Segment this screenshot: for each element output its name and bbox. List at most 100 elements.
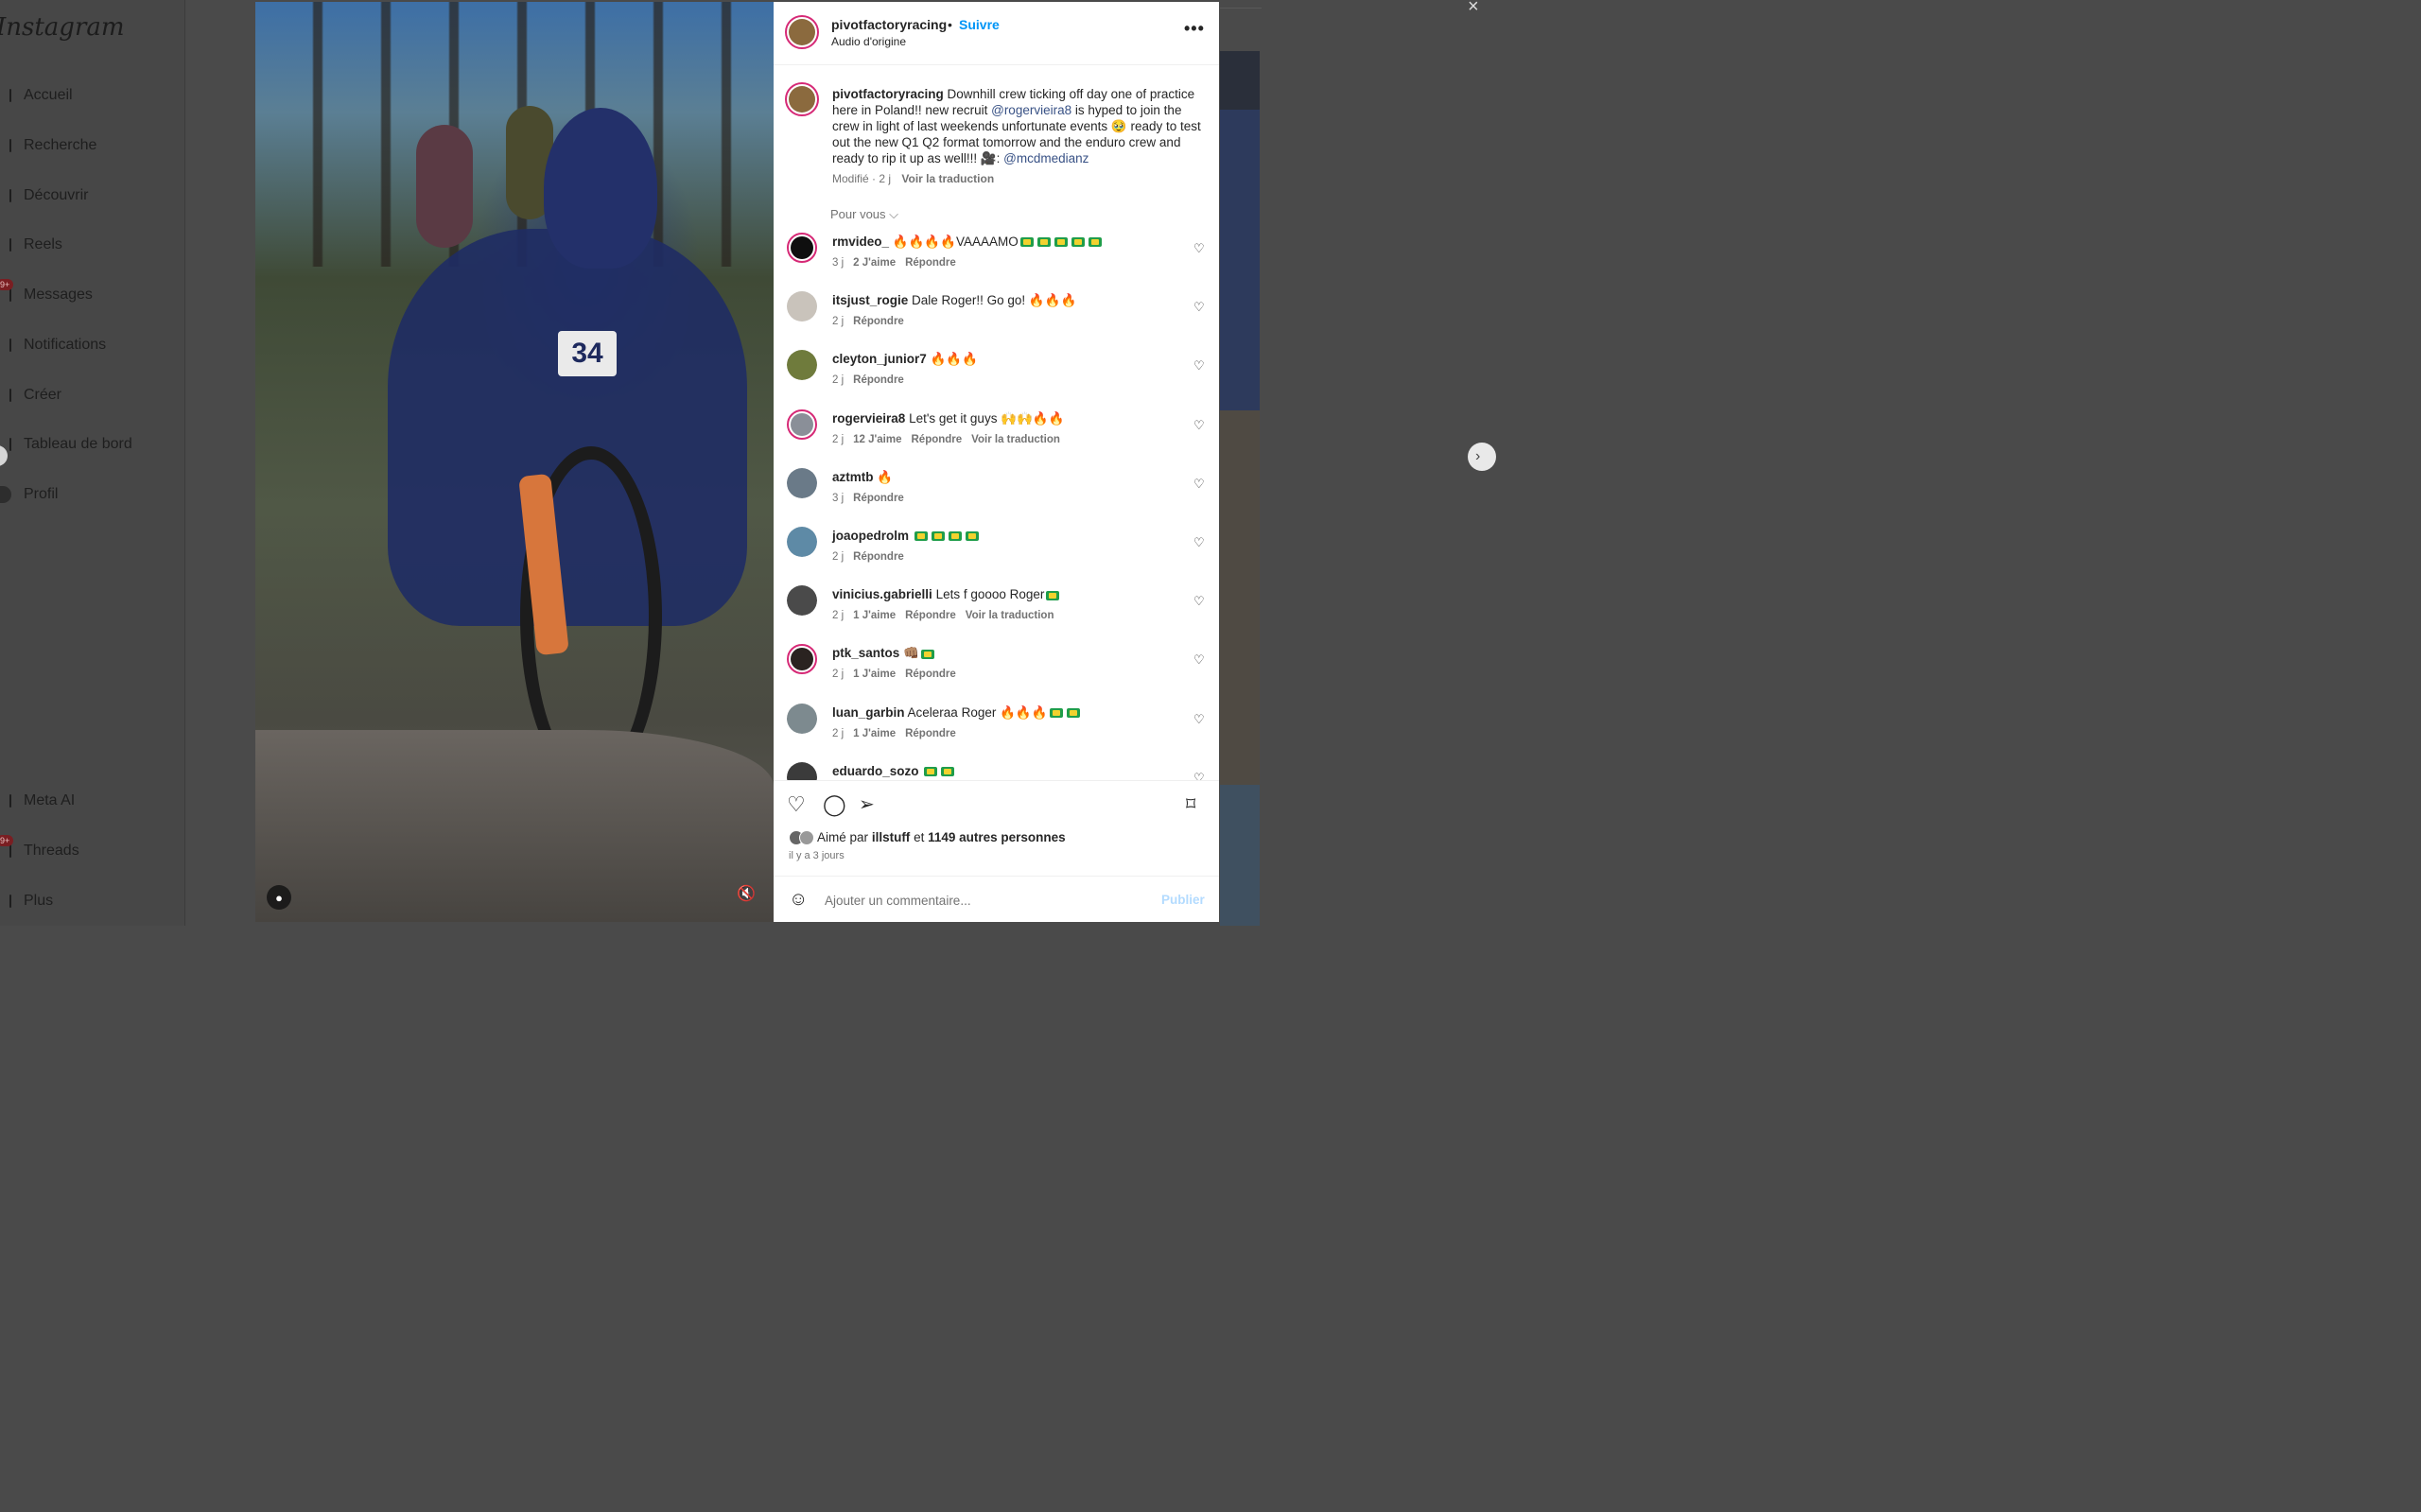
comment-row: itsjust_rogie Dale Roger!! Go go! 🔥🔥🔥 2 j… <box>774 289 1219 344</box>
close-icon[interactable]: × <box>1468 0 1479 18</box>
reply-button[interactable]: Répondre <box>912 434 963 445</box>
sidebar-item-home[interactable]: Accueil <box>0 81 73 110</box>
comment-likes-count[interactable]: 12 J'aime <box>853 434 901 445</box>
commenter-username[interactable]: cleyton_junior7 <box>832 352 927 366</box>
comment-like-icon[interactable]: ♡ <box>1193 241 1205 256</box>
caption-username[interactable]: pivotfactoryracing <box>832 87 944 101</box>
comment-input[interactable] <box>823 885 1148 915</box>
commenter-username[interactable]: aztmtb <box>832 470 874 484</box>
comment-time: 2 j <box>832 316 845 328</box>
commenter-avatar[interactable] <box>787 644 817 675</box>
sidebar-item-explore[interactable]: Découvrir <box>0 182 88 210</box>
publish-button[interactable]: Publier <box>1161 893 1205 907</box>
sidebar-item-label: Notifications <box>24 337 107 353</box>
commenter-username[interactable]: joaopedrolm <box>832 529 909 543</box>
commenter-avatar[interactable] <box>787 585 817 617</box>
reply-button[interactable]: Répondre <box>853 316 904 327</box>
author-username[interactable]: pivotfactoryracing <box>831 17 947 32</box>
commenter-avatar[interactable] <box>787 527 817 557</box>
sidebar-item-create[interactable]: Créer <box>0 381 61 409</box>
reply-button[interactable]: Répondre <box>853 493 904 504</box>
comment-likes-count[interactable]: 1 J'aime <box>853 610 896 621</box>
like-icon[interactable]: ♡ <box>787 792 806 817</box>
commenter-avatar[interactable] <box>787 350 817 381</box>
caption-author-avatar[interactable] <box>785 82 819 116</box>
video-rock <box>255 730 774 922</box>
commenter-username[interactable]: vinicius.gabrielli <box>832 587 932 601</box>
brazil-flag-icon <box>948 531 962 542</box>
comment-like-icon[interactable]: ♡ <box>1193 477 1205 492</box>
commenter-username[interactable]: rmvideo_ <box>832 235 889 249</box>
brazil-flag-icon <box>1054 237 1068 248</box>
likes-count-link[interactable]: 1149 autres personnes <box>928 830 1066 844</box>
comment-like-icon[interactable]: ♡ <box>1193 712 1205 727</box>
tagged-users-button[interactable]: ● <box>267 885 291 910</box>
reply-button[interactable]: Répondre <box>853 551 904 563</box>
commenter-username[interactable]: ptk_santos <box>832 646 899 660</box>
sidebar-item-meta-ai[interactable]: Meta AI <box>0 787 75 815</box>
comment-time: 3 j <box>832 492 845 504</box>
post-details-pane: pivotfactoryracing • Suivre Audio d'orig… <box>774 2 1219 922</box>
commenter-avatar[interactable] <box>787 233 817 263</box>
comment-like-icon[interactable]: ♡ <box>1193 652 1205 668</box>
mention-link[interactable]: @rogervieira8 <box>991 103 1071 117</box>
mute-button[interactable]: 🔇 <box>734 881 758 906</box>
more-options-icon[interactable]: ••• <box>1184 19 1205 39</box>
next-post-button[interactable]: › <box>1468 443 1496 471</box>
liked-by-prefix: Aimé par <box>817 830 869 844</box>
comment-like-icon[interactable]: ♡ <box>1193 300 1205 315</box>
comment-icon[interactable]: ◯ <box>823 792 846 817</box>
comment-likes-count[interactable]: 1 J'aime <box>853 728 896 739</box>
share-icon[interactable]: ➢ <box>859 792 875 816</box>
sidebar-item-notifications[interactable]: Notifications <box>0 331 106 359</box>
commenter-avatar[interactable] <box>787 467 817 498</box>
commenter-username[interactable]: luan_garbin <box>832 705 905 720</box>
comment-like-icon[interactable]: ♡ <box>1193 418 1205 433</box>
author-avatar[interactable] <box>785 15 819 49</box>
commenter-avatar[interactable] <box>787 761 817 780</box>
comment-time: 2 j <box>832 610 845 622</box>
reply-button[interactable]: Répondre <box>905 610 956 621</box>
comment-meta: 2 j 12 J'aime Répondre Voir la traduction <box>832 434 1070 445</box>
see-translation-link[interactable]: Voir la traduction <box>971 434 1060 445</box>
plus-square-icon <box>0 387 13 404</box>
reply-button[interactable]: Répondre <box>853 374 904 386</box>
sidebar-item-reels[interactable]: Reels <box>0 231 62 259</box>
liked-by-user[interactable]: illstuff <box>872 830 911 844</box>
sidebar-item-dashboard[interactable]: Tableau de bord <box>0 430 132 459</box>
mention-link[interactable]: @mcdmedianz <box>1003 151 1089 165</box>
comment-sort-dropdown[interactable]: Pour vous ⌵ <box>830 207 898 222</box>
comment-likes-count[interactable]: 1 J'aime <box>853 669 896 680</box>
save-bookmark-icon[interactable]: ⌑ <box>1186 792 1195 816</box>
comment-text: rmvideo_ 🔥🔥🔥🔥VAAAAMO <box>832 235 1104 250</box>
sidebar-item-profile[interactable]: Profil <box>0 480 58 509</box>
sidebar-item-threads[interactable]: 9+ Threads <box>0 835 79 865</box>
follow-button[interactable]: Suivre <box>959 17 1000 32</box>
comment-like-icon[interactable]: ♡ <box>1193 535 1205 550</box>
emoji-icon[interactable]: ☺ <box>789 889 808 911</box>
post-video[interactable]: 34 ● 🔇 <box>255 2 774 922</box>
see-translation-link[interactable]: Voir la traduction <box>966 610 1054 621</box>
sidebar-item-messages[interactable]: 9+ Messages <box>0 279 93 309</box>
reply-button[interactable]: Répondre <box>905 728 956 739</box>
commenter-username[interactable]: itsjust_rogie <box>832 293 908 307</box>
see-translation-link[interactable]: Voir la traduction <box>901 172 994 185</box>
comment-like-icon[interactable]: ♡ <box>1193 358 1205 374</box>
commenter-username[interactable]: eduardo_sozo <box>832 764 919 778</box>
comments-scroll-area[interactable]: pivotfactoryracing Downhill crew ticking… <box>774 65 1219 780</box>
commenter-username[interactable]: rogervieira8 <box>832 411 905 426</box>
comment-likes-count[interactable]: 2 J'aime <box>853 257 896 269</box>
comment-like-icon[interactable]: ♡ <box>1193 771 1205 780</box>
post-header: pivotfactoryracing • Suivre Audio d'orig… <box>774 2 1219 65</box>
original-audio-link[interactable]: Audio d'origine <box>831 35 906 48</box>
reply-button[interactable]: Répondre <box>905 257 956 269</box>
commenter-avatar[interactable] <box>787 408 817 440</box>
background-tile <box>1220 410 1260 785</box>
sidebar-item-search[interactable]: Recherche <box>0 131 96 160</box>
commenter-avatar[interactable] <box>787 291 817 322</box>
comment-like-icon[interactable]: ♡ <box>1193 594 1205 609</box>
sidebar-item-more[interactable]: Plus <box>0 887 53 915</box>
commenter-avatar[interactable] <box>787 703 817 734</box>
reply-button[interactable]: Répondre <box>905 669 956 680</box>
instagram-logo[interactable]: Instagram <box>0 13 125 42</box>
